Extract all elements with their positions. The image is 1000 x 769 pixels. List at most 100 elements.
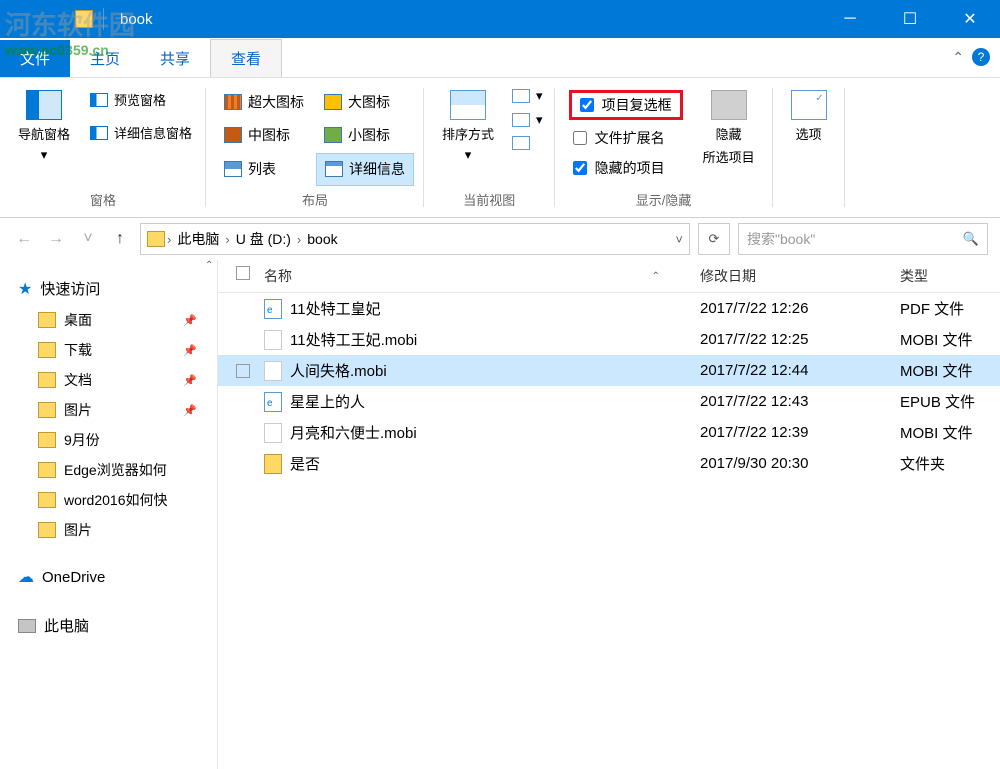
sidebar: ⌃ ★ 快速访问 桌面📌下载📌文档📌图片📌9月份Edge浏览器如何word201…	[0, 260, 218, 769]
file-extensions-checkbox[interactable]	[573, 131, 587, 145]
titlebar: book ─ ☐ ✕	[0, 0, 1000, 38]
file-row[interactable]: 人间失格.mobi2017/7/22 12:44MOBI 文件	[218, 355, 1000, 386]
layout-extra-large[interactable]: 超大图标	[216, 86, 312, 117]
folder-icon	[38, 432, 56, 448]
file-type: PDF 文件	[900, 298, 1000, 319]
tab-file[interactable]: 文件	[0, 40, 70, 77]
file-row[interactable]: 月亮和六便士.mobi2017/7/22 12:39MOBI 文件	[218, 417, 1000, 448]
layout-large[interactable]: 大图标	[316, 86, 414, 117]
ribbon: 导航窗格 ▾ 预览窗格 详细信息窗格 窗格 超大图标 大图标 中图标	[0, 78, 1000, 218]
size-columns-button[interactable]	[510, 134, 545, 152]
recent-dropdown[interactable]: ˅	[76, 227, 100, 251]
help-button[interactable]: ?	[972, 48, 990, 66]
up-button[interactable]: ↑	[108, 227, 132, 251]
search-icon[interactable]: 🔍	[963, 231, 979, 247]
maximize-button[interactable]: ☐	[880, 0, 940, 38]
sidebar-onedrive[interactable]: ☁ OneDrive	[0, 561, 217, 593]
breadcrumb-usb[interactable]: U 盘 (D:)	[232, 229, 295, 249]
item-checkboxes-checkbox[interactable]	[580, 98, 594, 112]
preview-pane-icon	[90, 93, 108, 107]
mobi-icon	[264, 361, 282, 381]
ribbon-group-panes: 导航窗格 ▾ 预览窗格 详细信息窗格 窗格	[0, 78, 206, 217]
content-area: ⌃ ★ 快速访问 桌面📌下载📌文档📌图片📌9月份Edge浏览器如何word201…	[0, 260, 1000, 769]
sidebar-item[interactable]: word2016如何快	[0, 485, 217, 515]
folder-icon	[147, 231, 165, 247]
row-checkbox[interactable]	[236, 364, 250, 378]
layout-medium[interactable]: 中图标	[216, 119, 312, 150]
large-icon	[324, 94, 342, 110]
chevron-down-icon: ▾	[41, 147, 48, 163]
folder-icon	[264, 454, 282, 474]
breadcrumb-this-pc[interactable]: 此电脑	[173, 229, 223, 249]
sidebar-item[interactable]: 图片	[0, 515, 217, 545]
sidebar-item[interactable]: 9月份	[0, 425, 217, 455]
size-icon	[512, 136, 530, 150]
column-date[interactable]: 修改日期	[700, 266, 900, 286]
file-date: 2017/7/22 12:39	[700, 424, 900, 441]
back-button[interactable]: ←	[12, 227, 36, 251]
refresh-button[interactable]: ⟳	[698, 223, 730, 255]
epub-icon	[264, 392, 282, 412]
sidebar-quick-access[interactable]: ★ 快速访问	[0, 272, 217, 305]
preview-pane-button[interactable]: 预览窗格	[86, 86, 196, 113]
column-type[interactable]: 类型	[900, 266, 1000, 286]
layout-details[interactable]: 详细信息	[316, 153, 414, 186]
sidebar-item-label: 9月份	[64, 430, 100, 450]
layout-list[interactable]: 列表	[216, 153, 312, 186]
small-icon	[324, 127, 342, 143]
forward-button[interactable]: →	[44, 227, 68, 251]
hidden-items-option[interactable]: 隐藏的项目	[569, 156, 683, 180]
breadcrumb-book[interactable]: book	[303, 231, 341, 247]
navigation-pane-button[interactable]: 导航窗格 ▾	[10, 86, 78, 186]
pin-icon: 📌	[183, 374, 197, 387]
tab-home[interactable]: 主页	[70, 40, 140, 77]
file-row[interactable]: 是否2017/9/30 20:30文件夹	[218, 448, 1000, 479]
sort-button[interactable]: 排序方式 ▾	[434, 86, 502, 186]
sidebar-item[interactable]: Edge浏览器如何	[0, 455, 217, 485]
chevron-down-icon: ▾	[465, 147, 472, 163]
chevron-down-icon: ▾	[536, 112, 543, 128]
file-type: 文件夹	[900, 453, 1000, 474]
ribbon-group-layout: 超大图标 大图标 中图标 小图标 列表 详细信息 布局	[206, 78, 424, 217]
collapse-ribbon-icon[interactable]: ⌃	[952, 49, 964, 66]
sidebar-item[interactable]: 下载📌	[0, 335, 217, 365]
select-all-checkbox[interactable]	[236, 266, 250, 280]
tab-share[interactable]: 共享	[140, 40, 210, 77]
breadcrumb[interactable]: › 此电脑 › U 盘 (D:) › book ˅	[140, 223, 690, 255]
file-type: EPUB 文件	[900, 391, 1000, 412]
ribbon-tabs: 文件 主页 共享 查看 ⌃ ?	[0, 38, 1000, 78]
folder-icon	[38, 492, 56, 508]
layout-small[interactable]: 小图标	[316, 119, 414, 150]
file-row[interactable]: 11处特工王妃.mobi2017/7/22 12:25MOBI 文件	[218, 324, 1000, 355]
options-button[interactable]: 选项	[783, 86, 835, 213]
sidebar-item-label: word2016如何快	[64, 490, 168, 510]
folder-icon	[38, 402, 56, 418]
file-row[interactable]: 11处特工皇妃2017/7/22 12:26PDF 文件	[218, 293, 1000, 324]
sidebar-item-label: 桌面	[64, 310, 92, 330]
close-button[interactable]: ✕	[940, 0, 1000, 38]
sidebar-item[interactable]: 文档📌	[0, 365, 217, 395]
file-row[interactable]: 星星上的人2017/7/22 12:43EPUB 文件	[218, 386, 1000, 417]
file-type: MOBI 文件	[900, 329, 1000, 350]
file-extensions-option[interactable]: 文件扩展名	[569, 126, 683, 150]
sidebar-this-pc[interactable]: 此电脑	[0, 609, 217, 642]
scroll-up-icon[interactable]: ⌃	[205, 260, 215, 270]
group-by-button[interactable]: ▾	[510, 86, 545, 106]
options-icon	[791, 90, 827, 120]
hide-selected-button[interactable]: 隐藏 所选项目	[695, 86, 763, 186]
file-date: 2017/7/22 12:26	[700, 300, 900, 317]
pin-icon: 📌	[183, 314, 197, 327]
search-box[interactable]: 搜索"book" 🔍	[738, 223, 988, 255]
item-checkboxes-option[interactable]: 项目复选框	[576, 93, 676, 117]
breadcrumb-dropdown-icon[interactable]: ˅	[675, 232, 683, 247]
minimize-button[interactable]: ─	[820, 0, 880, 38]
file-list: 名称 ⌃ 修改日期 类型 11处特工皇妃2017/7/22 12:26PDF 文…	[218, 260, 1000, 769]
column-name[interactable]: 名称 ⌃	[258, 266, 700, 286]
add-column-button[interactable]: ▾	[510, 110, 545, 130]
tab-view[interactable]: 查看	[210, 39, 282, 77]
sidebar-item[interactable]: 图片📌	[0, 395, 217, 425]
hidden-items-checkbox[interactable]	[573, 161, 587, 175]
sidebar-item[interactable]: 桌面 📌	[0, 305, 217, 335]
folder-icon	[38, 462, 56, 478]
details-pane-button[interactable]: 详细信息窗格	[86, 119, 196, 146]
